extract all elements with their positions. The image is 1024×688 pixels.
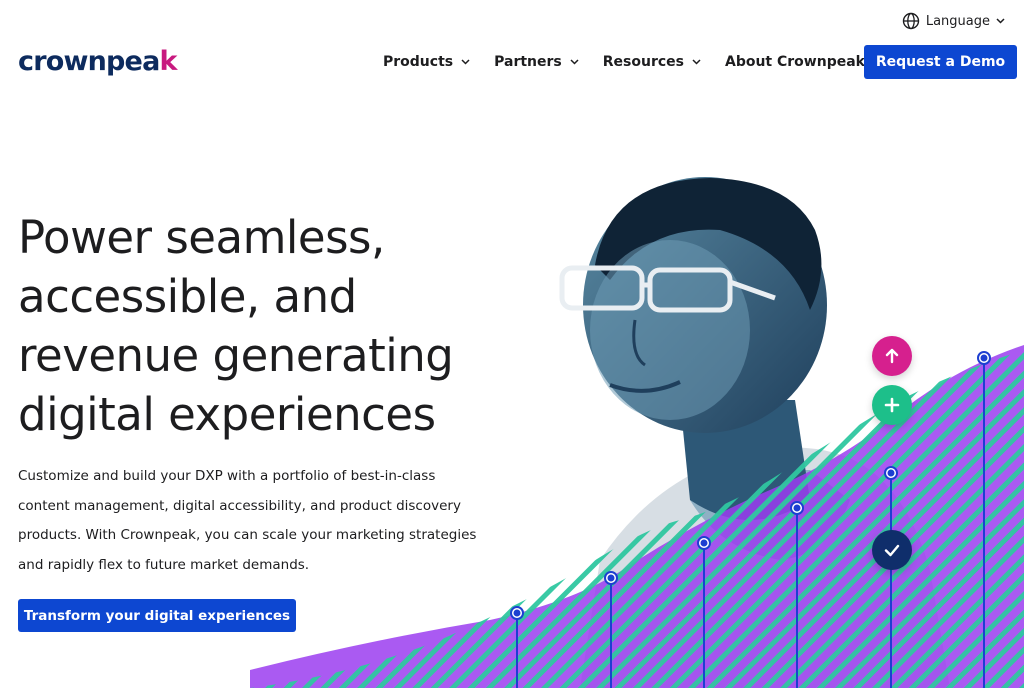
globe-icon — [902, 12, 920, 30]
arrow-up-icon — [872, 336, 912, 376]
plus-icon — [872, 385, 912, 425]
check-icon — [872, 530, 912, 570]
request-demo-button[interactable]: Request a Demo — [864, 45, 1017, 79]
chevron-down-icon — [461, 59, 470, 65]
main-nav: Products Partners Resources About Crownp… — [383, 44, 882, 80]
hero-title-line: Power seamless, — [18, 211, 385, 264]
chevron-down-icon — [692, 59, 701, 65]
chevron-down-icon — [570, 59, 579, 65]
transform-experiences-button[interactable]: Transform your digital experiences — [18, 599, 296, 632]
nav-item-about[interactable]: About Crownpeak — [725, 54, 882, 70]
nav-item-label: Resources — [602, 54, 684, 70]
nav-item-resources[interactable]: Resources — [603, 54, 701, 70]
hero-title-line: revenue generating — [18, 329, 454, 382]
hero-title-line: digital experiences — [18, 388, 436, 441]
nav-item-label: About Crownpeak — [724, 54, 865, 70]
chevron-down-icon — [996, 18, 1005, 24]
language-selector[interactable]: Language — [902, 12, 1005, 30]
nav-item-label: Partners — [494, 54, 562, 70]
logo-text: crownpea — [18, 46, 160, 77]
hero-description: Customize and build your DXP with a port… — [18, 468, 477, 573]
site-header: crownpeak Products Partners Resources Ab… — [0, 44, 1024, 84]
language-label: Language — [925, 13, 990, 29]
nav-item-products[interactable]: Products — [383, 54, 470, 70]
hero-title: Power seamless, accessible, and revenue … — [18, 208, 518, 444]
crownpeak-logo[interactable]: crownpeak — [18, 44, 177, 80]
logo-accent: k — [159, 46, 178, 77]
hero-title-line: accessible, and — [18, 270, 357, 323]
nav-item-label: Products — [383, 54, 454, 70]
nav-item-partners[interactable]: Partners — [494, 54, 579, 70]
